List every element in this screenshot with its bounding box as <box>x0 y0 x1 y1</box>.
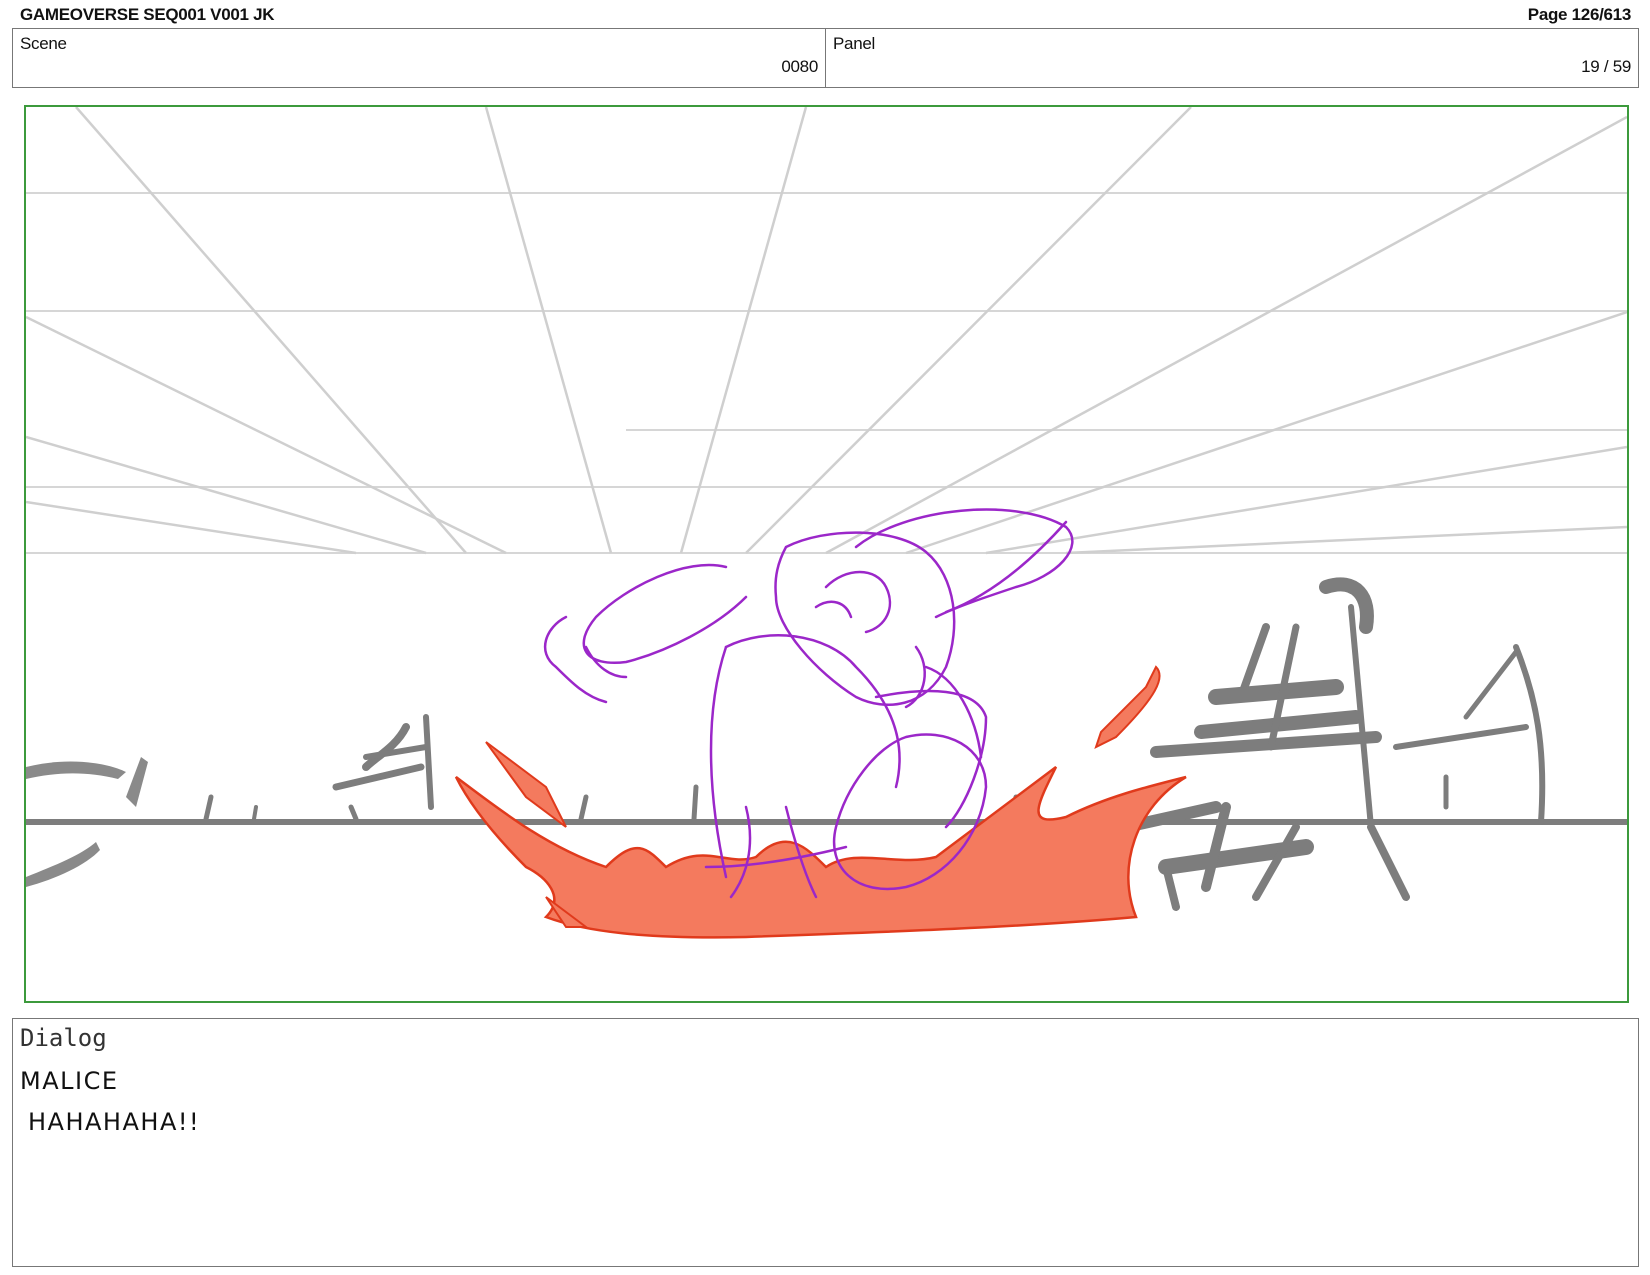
dialog-box: Dialog MALICE HAHAHAHA!! <box>12 1018 1639 1267</box>
scene-label: Scene <box>20 34 67 53</box>
panel-number: 19 / 59 <box>1581 57 1631 76</box>
scene-panel-info: Scene 0080 Panel 19 / 59 <box>12 28 1639 88</box>
dialog-speaker: MALICE <box>20 1067 119 1095</box>
scene-cell: Scene 0080 <box>13 29 825 87</box>
document-title: GAMEOVERSE SEQ001 V001 JK <box>20 5 275 24</box>
storyboard-sketch <box>26 107 1627 939</box>
storyboard-panel <box>24 105 1629 1003</box>
impact-splash <box>454 665 1187 939</box>
page-number: Page 126/613 <box>1527 5 1632 24</box>
panel-label: Panel <box>833 34 875 53</box>
panel-cell: Panel 19 / 59 <box>825 29 1638 87</box>
dialog-label: Dialog <box>20 1024 107 1052</box>
scene-number: 0080 <box>781 57 818 76</box>
dialog-line: HAHAHAHA!! <box>28 1108 201 1136</box>
